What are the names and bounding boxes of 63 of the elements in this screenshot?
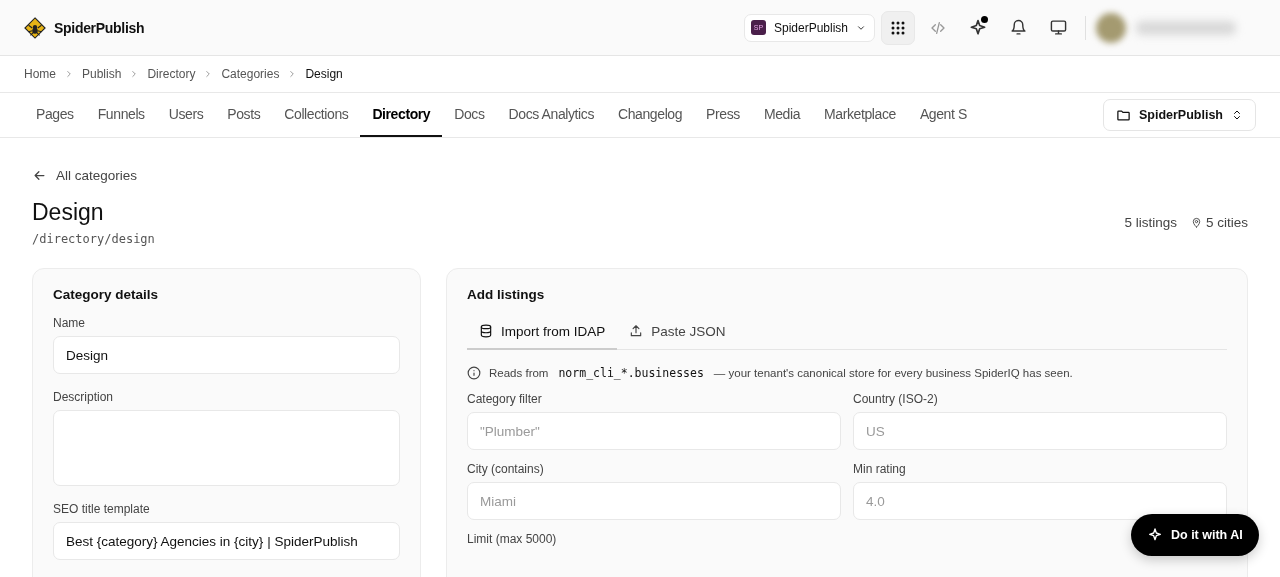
nav-tab[interactable]: Collections [272, 93, 361, 137]
upload-icon [629, 324, 644, 338]
nav-tab[interactable]: Pages [24, 93, 86, 137]
nav-tab[interactable]: Directory [360, 93, 443, 137]
monitor-icon [1049, 19, 1067, 36]
nav-tab[interactable]: Media [751, 93, 813, 137]
field-label: Country (ISO-2) [853, 392, 939, 406]
chevron-right-icon [64, 69, 74, 79]
page-path: /directory/design [32, 232, 155, 246]
listings-count: 5 listings [1124, 215, 1177, 230]
nav-tab[interactable]: Docs Analytics [496, 93, 606, 137]
card-title: Add listings [467, 287, 546, 302]
code-icon [930, 19, 946, 36]
avatar [1096, 12, 1126, 43]
breadcrumb-link[interactable]: Publish [82, 67, 122, 81]
grid-icon [891, 20, 905, 35]
import-tab[interactable]: Paste JSON [617, 314, 738, 350]
arrow-left-icon [32, 168, 47, 183]
nav-tab[interactable]: Press [694, 93, 752, 137]
info-text: — your tenant's canonical store for every business SpiderIQ has seen. [713, 367, 1073, 379]
ai-button[interactable]: Do it with AI [1131, 514, 1259, 556]
field-label: Min rating [853, 462, 907, 476]
field-label: Limit (max 5000) [467, 532, 558, 546]
text-field[interactable]: 4.0 [853, 482, 1227, 520]
field-label: SEO title template [53, 502, 151, 516]
field-label: Category filter [467, 392, 543, 406]
breadcrumb-link[interactable]: Home [24, 67, 56, 81]
cities-count: 5 cities [1205, 215, 1248, 230]
nav-tab[interactable]: Changelog [606, 93, 695, 137]
import-tab[interactable]: Import from IDAP [467, 314, 618, 350]
breadcrumb-link[interactable]: Directory [147, 67, 196, 81]
map-pin-icon [1190, 217, 1202, 228]
breadcrumb-link[interactable]: Categories [221, 67, 280, 81]
page-title: Design [32, 199, 105, 226]
nav-tab[interactable]: Posts [215, 93, 273, 137]
text-field[interactable]: Best {category} Agencies in {city} | SpiderPublish [53, 522, 400, 560]
table-name: norm_cli_*.businesses [558, 366, 704, 380]
sparkle-icon [1147, 527, 1163, 543]
sparkle-icon [968, 17, 988, 38]
chevron-up-down-icon [1231, 109, 1243, 121]
database-icon [479, 324, 493, 338]
text-field[interactable]: Miami [467, 482, 841, 520]
nav-tab[interactable]: Docs [442, 93, 497, 137]
apps-button[interactable] [881, 10, 915, 45]
nav-tab[interactable]: Marketplace [812, 93, 908, 137]
info-text: Reads from [489, 367, 549, 379]
field-label: City (contains) [467, 462, 545, 476]
info-icon [467, 366, 481, 380]
spider-logo-icon [24, 16, 46, 39]
site-selector[interactable]: SpiderPublish [1102, 99, 1256, 131]
bell-icon [1009, 19, 1027, 36]
field-label: Description [53, 390, 115, 404]
card-title: Category details [53, 287, 160, 302]
brand-name: SpiderPublish [54, 19, 145, 36]
field-label: Name [53, 316, 86, 330]
folder-icon [1115, 107, 1131, 123]
nav-tab[interactable]: Users [156, 93, 216, 137]
text-field[interactable]: Design [53, 336, 400, 374]
nav-tab[interactable]: Funnels [85, 93, 157, 137]
text-field[interactable]: US [853, 412, 1227, 450]
back-link[interactable]: All categories [32, 168, 1248, 183]
text-field[interactable]: "Plumber" [467, 412, 841, 450]
nav-tab[interactable]: Agent S [907, 93, 979, 137]
